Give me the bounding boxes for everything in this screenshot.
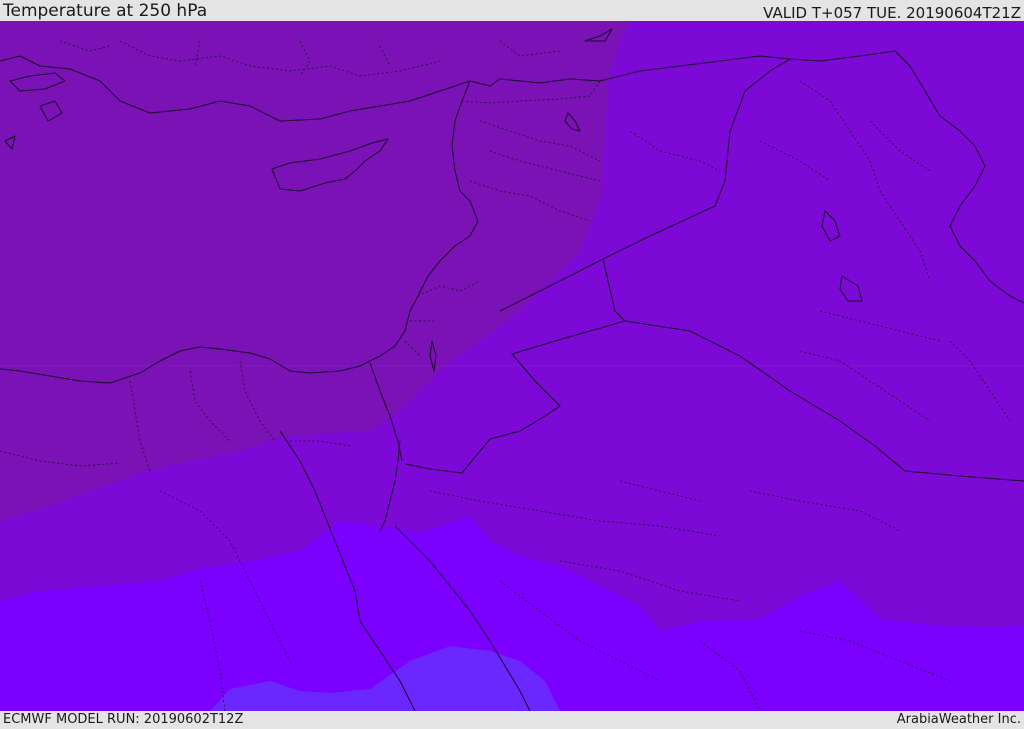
map-title: Temperature at 250 hPa — [3, 1, 208, 21]
valid-time-label: VALID T+057 TUE. 20190604T21Z — [763, 4, 1021, 22]
model-run-label: ECMWF MODEL RUN: 20190602T12Z — [3, 712, 244, 727]
credit-label: ArabiaWeather Inc. — [896, 712, 1021, 727]
header-bar: Temperature at 250 hPa VALID T+057 TUE. … — [0, 0, 1024, 21]
weather-map-page: Temperature at 250 hPa VALID T+057 TUE. … — [0, 0, 1024, 729]
temperature-map[interactable] — [0, 21, 1024, 711]
footer-bar: ECMWF MODEL RUN: 20190602T12Z ArabiaWeat… — [0, 711, 1024, 729]
map-canvas — [0, 21, 1024, 711]
